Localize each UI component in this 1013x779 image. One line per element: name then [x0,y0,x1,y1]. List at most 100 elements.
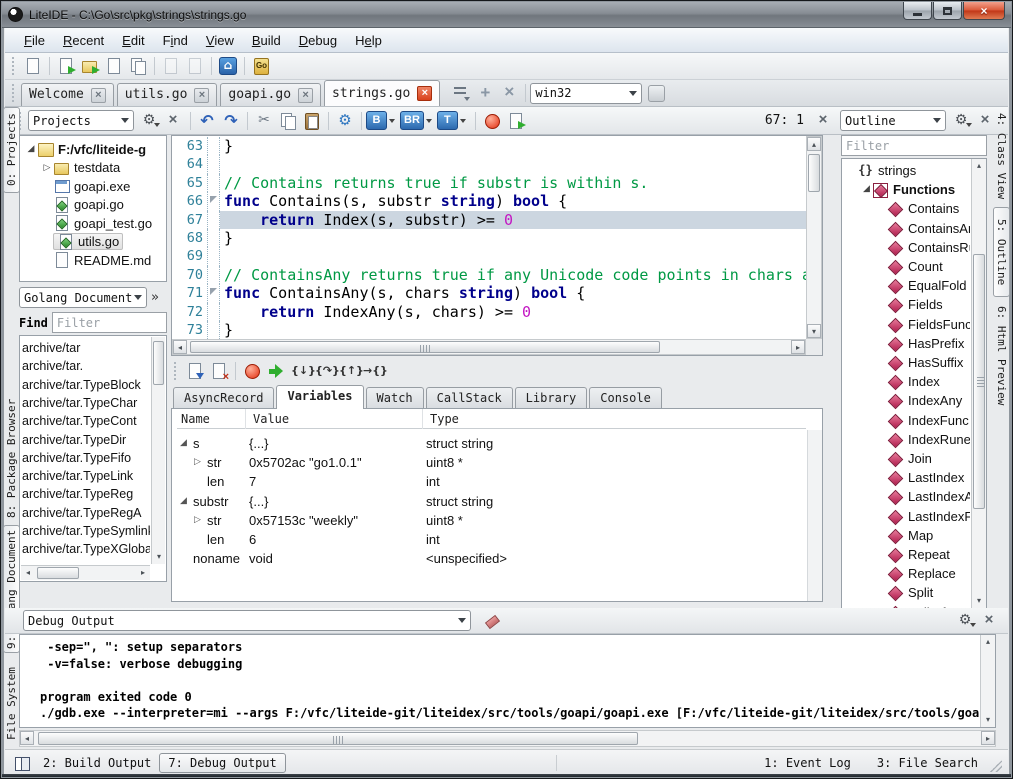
stop-button[interactable] [480,109,504,132]
scrollbar-thumb[interactable] [37,567,79,579]
menu-item-view[interactable]: View [197,30,243,51]
doc-list-item[interactable]: archive/tar.TypeReg [22,485,150,503]
outline-item-equalfold[interactable]: EqualFold [844,276,970,295]
tab-strings-go[interactable]: strings.go× [324,80,440,106]
output-vscrollbar[interactable]: ▴ ▾ [980,635,995,727]
side-tab-0-projects[interactable]: 0: Projects [3,107,20,193]
scroll-down-button[interactable]: ▾ [152,550,166,564]
outline-item-functions[interactable]: ◢Functions [844,180,970,199]
doc-list-vscrollbar[interactable]: ▾ [151,337,165,564]
scroll-left-button[interactable]: ◂ [20,731,34,745]
scroll-right-button[interactable]: ▸ [136,566,150,580]
build-and-run-button[interactable]: BR [400,111,424,130]
scroll-left-button[interactable]: ◂ [173,340,187,354]
outline-item-lastindexany[interactable]: LastIndexAny [844,487,970,506]
doc-list-item[interactable]: archive/tar.TypeFifo [22,449,150,467]
projects-view-combo[interactable]: Projects [28,110,134,131]
close-tab-button[interactable] [497,82,521,105]
scroll-down-button[interactable]: ▾ [981,713,995,727]
status-pane-3-file-search[interactable]: 3: File Search [877,756,978,770]
tree-item-f-vfc-liteide-g[interactable]: ◢F:/vfc/liteide-g [21,140,165,158]
variable-row-str[interactable]: ▷str0x57153c "weekly"uint8 * [172,511,806,530]
projects-close-icon[interactable] [164,112,182,130]
status-pane-7-debug-output[interactable]: 7: Debug Output [159,753,285,773]
variable-row-s[interactable]: ◢s{...}struct string [172,434,806,453]
variable-row-substr[interactable]: ◢substr{...}struct string [172,492,806,511]
debug-output-panel[interactable]: -sep=", ": setup separators -v=false: ve… [19,634,996,728]
tab-close-icon[interactable]: × [194,88,209,103]
step-into-button[interactable] [288,360,312,383]
scrollbar-thumb[interactable] [808,154,820,192]
doc-list-item[interactable]: archive/tar.TypeLink [22,467,150,485]
scroll-left-button[interactable]: ◂ [21,566,35,580]
column-header-type[interactable]: Type [426,409,806,429]
menu-item-edit[interactable]: Edit [113,30,153,51]
column-header-value[interactable]: Value [249,409,426,429]
chevron-down-icon[interactable] [460,119,466,123]
scroll-down-button[interactable]: ▾ [972,594,986,608]
tree-item-testdata[interactable]: ▷testdata [21,159,165,177]
scroll-up-button[interactable]: ▴ [807,137,821,151]
scroll-right-button[interactable]: ▸ [791,340,805,354]
side-tab-6-html-preview[interactable]: 6: Html Preview [993,300,1010,412]
outline-item-containsany[interactable]: ContainsAny [844,219,970,238]
tree-expander[interactable]: ◢ [861,180,872,199]
tree-expander[interactable]: ▷ [194,453,201,472]
redo-button[interactable] [219,109,243,132]
menu-item-debug[interactable]: Debug [290,30,346,51]
scroll-down-button[interactable]: ▾ [807,324,821,338]
outline-item-hassuffix[interactable]: HasSuffix [844,353,970,372]
tree-item-goapi-test-go[interactable]: goapi_test.go [21,214,165,232]
variable-row-len[interactable]: len6int [172,530,806,549]
doc-list-item[interactable]: archive/tar.TypeChar [22,394,150,412]
tree-expander[interactable]: ▷ [194,511,201,530]
scrollbar-thumb[interactable] [153,341,164,385]
toolbar-grip[interactable] [174,362,178,380]
editor-hscrollbar[interactable]: ◂ ▸ [172,339,806,355]
outline-item-map[interactable]: Map [844,526,970,545]
doc-filter-input[interactable] [52,312,167,333]
new-file-button[interactable] [21,55,45,78]
open-file-button[interactable] [54,55,78,78]
doc-list-item[interactable]: archive/tar.TypeRegA [22,504,150,522]
code-editor[interactable]: 63}6465// Contains returns true if subst… [171,135,823,356]
tab-list-button[interactable] [449,82,473,105]
test-button[interactable]: T [437,111,458,130]
tab-welcome[interactable]: Welcome× [21,83,114,106]
outline-item-contains[interactable]: Contains [844,199,970,218]
side-tab-8-package-browser[interactable]: 8: Package Browser [3,393,20,523]
line-number[interactable]: 70 [172,266,208,284]
debug-tab-callstack[interactable]: CallStack [426,387,513,409]
home-button[interactable] [216,55,240,78]
line-number[interactable]: 67 [172,211,208,229]
outline-tree-panel[interactable]: strings◢FunctionsContainsContainsAnyCont… [841,158,987,609]
open-folder-button[interactable] [78,55,102,78]
doc-list-item[interactable]: archive/tar [22,339,150,357]
output-hscrollbar[interactable]: ◂ ▸ [19,730,996,747]
fold-marker[interactable] [208,192,220,210]
menu-item-build[interactable]: Build [243,30,290,51]
debug-tab-asyncrecord[interactable]: AsyncRecord [173,387,274,409]
menu-item-help[interactable]: Help [346,30,391,51]
outline-item-indexany[interactable]: IndexAny [844,391,970,410]
save-file-button[interactable] [102,55,126,78]
outline-gear-icon[interactable] [954,112,972,130]
doc-list-item[interactable]: archive/tar.TypeXGlobalHeader [22,540,150,558]
tree-expander[interactable]: ◢ [180,434,187,453]
tab-close-icon[interactable]: × [91,88,106,103]
clear-output-icon[interactable] [483,612,501,630]
column-header-name[interactable]: Name [177,409,249,429]
step-over-button[interactable] [312,360,336,383]
debug-tab-library[interactable]: Library [515,387,588,409]
toolbar-grip[interactable] [12,57,16,75]
build-config-button[interactable] [333,109,357,132]
status-pane-1-event-log[interactable]: 1: Event Log [764,756,851,770]
doc-view-combo[interactable]: Golang Document [19,287,147,308]
menu-item-file[interactable]: File [15,30,54,51]
variables-panel[interactable]: NameValueType ◢s{...}struct string ▷str0x… [171,408,823,602]
doc-list-item[interactable]: archive/tar.TypeBlock [22,376,150,394]
tab-close-icon[interactable]: × [298,88,313,103]
outline-item-split[interactable]: Split [844,583,970,602]
outline-item-lastindex[interactable]: LastIndex [844,468,970,487]
undo-button[interactable] [195,109,219,132]
